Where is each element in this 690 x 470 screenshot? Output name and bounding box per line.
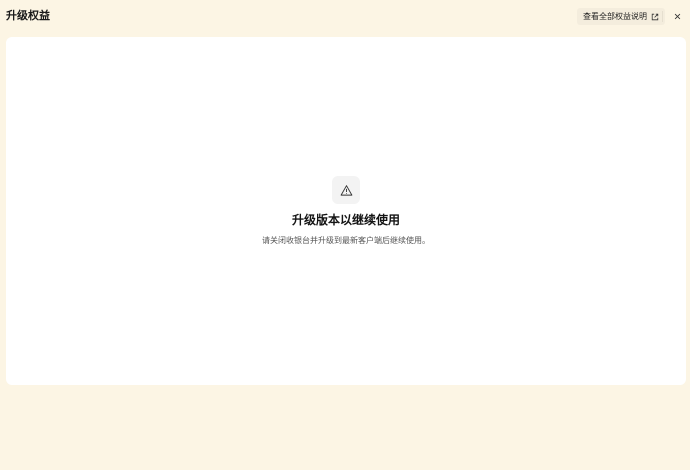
warning-icon-box <box>332 176 360 204</box>
dialog-title: 升级权益 <box>6 9 50 22</box>
content-card: 升级版本以继续使用 请关闭收银台并升级到最新客户端后继续使用。 <box>6 37 686 385</box>
view-all-rights-label: 查看全部权益说明 <box>583 12 647 21</box>
external-link-icon <box>651 13 659 20</box>
header-divider <box>662 11 663 22</box>
close-icon <box>674 13 681 20</box>
notice-headline: 升级版本以继续使用 <box>291 213 400 227</box>
view-all-rights-button[interactable]: 查看全部权益说明 <box>577 8 665 25</box>
dialog-header: 升级权益 查看全部权益说明 <box>0 0 690 34</box>
warning-icon <box>340 184 352 196</box>
notice-description: 请关闭收银台并升级到最新客户端后继续使用。 <box>262 236 430 245</box>
close-button[interactable] <box>671 10 684 23</box>
